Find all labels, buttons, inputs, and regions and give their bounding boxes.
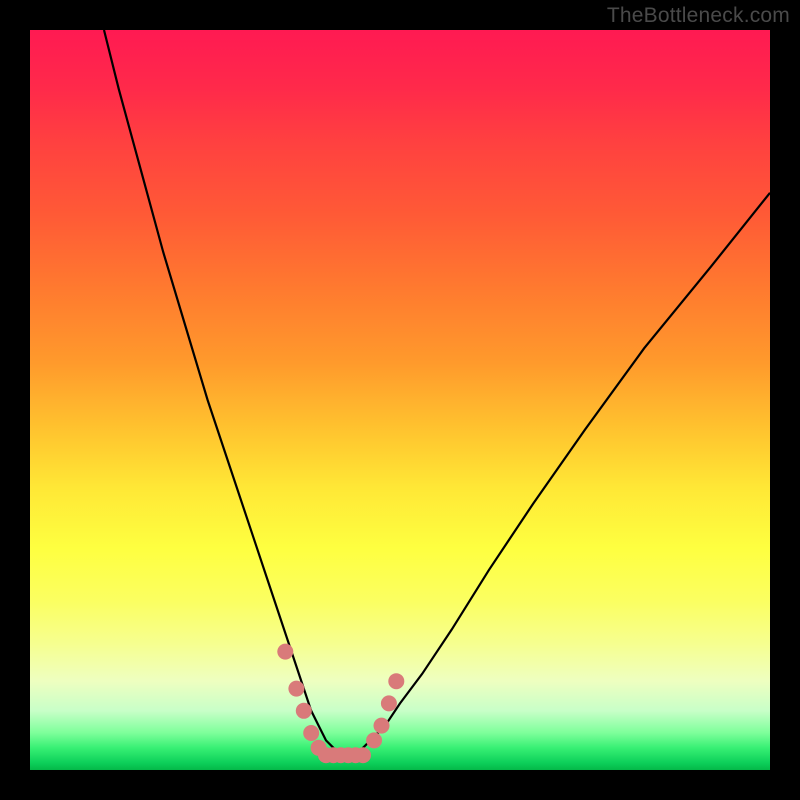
curve-marker: [374, 718, 390, 734]
curve-markers: [277, 644, 404, 764]
curve-marker: [303, 725, 319, 741]
watermark-text: TheBottleneck.com: [607, 4, 790, 28]
bottleneck-curve-path: [104, 30, 770, 755]
curve-marker: [388, 673, 404, 689]
curve-marker: [277, 644, 293, 660]
curve-svg: [30, 30, 770, 770]
chart-frame: TheBottleneck.com: [0, 0, 800, 800]
plot-area: [30, 30, 770, 770]
curve-marker: [366, 732, 382, 748]
curve-marker: [288, 681, 304, 697]
curve-marker: [355, 747, 371, 763]
curve-marker: [296, 703, 312, 719]
curve-marker: [381, 695, 397, 711]
